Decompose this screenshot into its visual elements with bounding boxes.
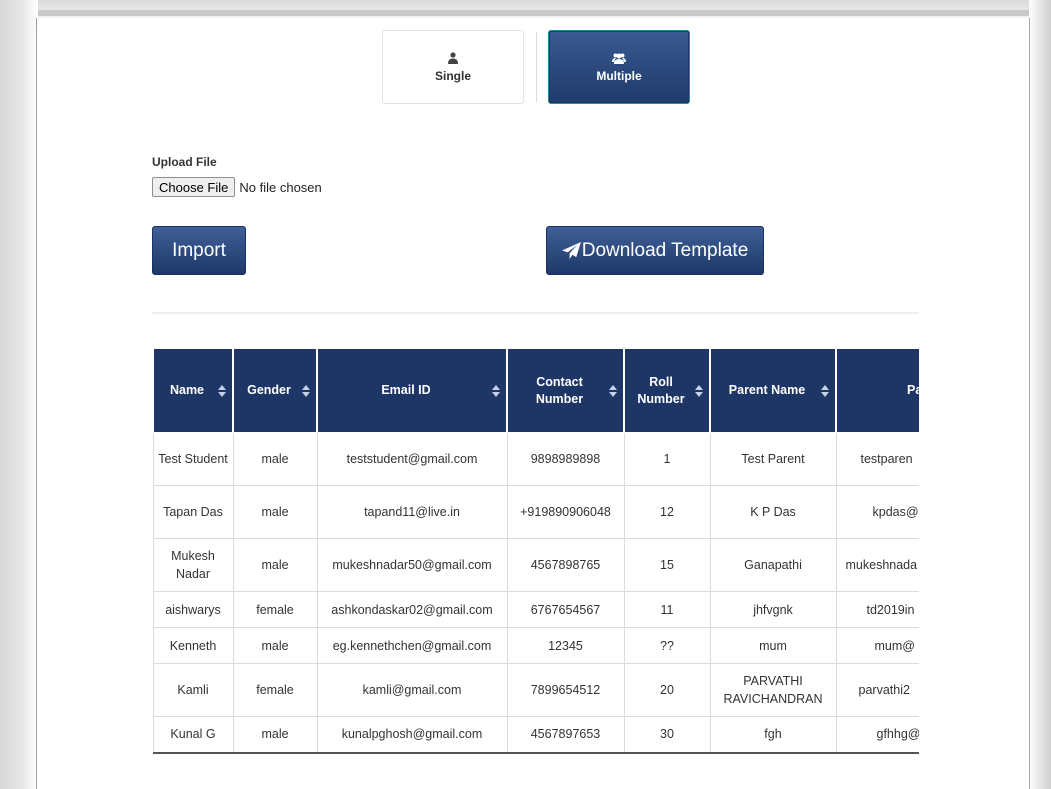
cell-parent-email: mum@ — [835, 627, 919, 664]
cell-roll: 20 — [623, 663, 711, 717]
cell-parent-name: Ganapathi — [709, 538, 837, 592]
section-divider — [152, 312, 919, 314]
cell-parent-email: td2019in — [835, 591, 919, 628]
cell-email: tapand11@live.in — [316, 485, 508, 539]
cell-parent-name: Test Parent — [709, 432, 837, 486]
cell-parent-name: mum — [709, 627, 837, 664]
table-row: Kenneth male eg.kennethchen@gmail.com 12… — [152, 627, 919, 664]
cell-parent-email: testparen — [835, 432, 919, 486]
file-status-text: No file chosen — [239, 179, 322, 195]
students-table: Name Gender Email ID Contact Number Roll… — [152, 348, 919, 778]
header-roll[interactable]: Roll Number — [623, 348, 711, 433]
sort-icon — [695, 384, 703, 397]
header-email[interactable]: Email ID — [316, 348, 508, 433]
single-mode-button[interactable]: Single — [382, 30, 524, 104]
cell-parent-email: kpdas@ — [835, 485, 919, 539]
download-template-label: Download Template — [581, 239, 749, 261]
cell-parent-email: parvathi2 — [835, 663, 919, 717]
cell-roll: 11 — [623, 591, 711, 628]
cell-contact: +919890906048 — [506, 485, 625, 539]
header-parent-name-label: Parent Name — [728, 383, 806, 397]
table-header-row: Name Gender Email ID Contact Number Roll… — [152, 348, 919, 433]
cell-email: eg.kennethchen@gmail.com — [316, 627, 508, 664]
header-parent-email[interactable]: Parent Email — [835, 348, 919, 433]
cell-roll: 15 — [623, 538, 711, 592]
header-parent-name[interactable]: Parent Name — [709, 348, 837, 433]
header-roll-label: Roll Number — [637, 374, 685, 406]
cell-contact: 4567898765 — [506, 538, 625, 592]
cell-gender: female — [232, 591, 318, 628]
cell-parent-name: fgh — [709, 716, 837, 754]
import-button-label: Import — [172, 239, 226, 261]
header-parent-email-label: Parent Email — [907, 383, 919, 397]
table-row: aishwarys female ashkondaskar02@gmail.co… — [152, 591, 919, 628]
main-content: Single Multiple Upload File Choose File … — [39, 18, 1029, 789]
cell-gender: male — [232, 627, 318, 664]
table-row: Kunal G male kunalpghosh@gmail.com 45678… — [152, 716, 919, 754]
sort-icon — [302, 384, 310, 397]
cell-email: kunalpghosh@gmail.com — [316, 716, 508, 754]
header-email-label: Email ID — [381, 383, 431, 397]
user-icon — [448, 52, 458, 64]
cell-name: Mukesh Nadar — [152, 538, 234, 592]
mode-divider — [536, 32, 537, 102]
cell-name: Tapan Das — [152, 485, 234, 539]
multiple-mode-button[interactable]: Multiple — [548, 30, 690, 104]
table-row: Mukesh Nadar male mukeshnadar50@gmail.co… — [152, 538, 919, 592]
cell-parent-name: K P Das — [709, 485, 837, 539]
cell-name: Kenneth — [152, 627, 234, 664]
multiple-mode-label: Multiple — [596, 69, 642, 83]
table-row: Tapan Das male tapand11@live.in +9198909… — [152, 485, 919, 539]
cell-gender: female — [232, 663, 318, 717]
header-contact[interactable]: Contact Number — [506, 348, 625, 433]
header-gender[interactable]: Gender — [232, 348, 318, 433]
cell-roll: 1 — [623, 432, 711, 486]
choose-file-button[interactable]: Choose File — [152, 177, 236, 197]
window-left-frame — [0, 0, 38, 789]
cell-parent-email: gfhhg@ — [835, 716, 919, 754]
cell-contact: 9898989898 — [506, 432, 625, 486]
cell-name: aishwarys — [152, 591, 234, 628]
cell-email: kamli@gmail.com — [316, 663, 508, 717]
cell-gender: male — [232, 716, 318, 754]
cell-roll: ?? — [623, 627, 711, 664]
cell-parent-email: mukeshnada — [835, 538, 919, 592]
paper-plane-icon — [561, 242, 581, 259]
cell-gender: male — [232, 485, 318, 539]
cell-gender: male — [232, 538, 318, 592]
header-contact-label: Contact Number — [535, 374, 584, 406]
cell-email: mukeshnadar50@gmail.com — [316, 538, 508, 592]
cell-parent-name: PARVATHI RAVICHANDRAN — [709, 663, 837, 717]
cell-contact: 6767654567 — [506, 591, 625, 628]
cell-gender: male — [232, 432, 318, 486]
table-row: Kamli female kamli@gmail.com 7899654512 … — [152, 663, 919, 717]
upload-file-label: Upload File — [152, 155, 217, 169]
sort-icon — [218, 384, 226, 397]
header-gender-label: Gender — [247, 383, 291, 397]
users-icon — [612, 53, 626, 64]
cell-contact: 4567897653 — [506, 716, 625, 754]
single-mode-label: Single — [434, 69, 471, 83]
header-name[interactable]: Name — [152, 348, 234, 433]
cell-parent-name: jhfvgnk — [709, 591, 837, 628]
cell-roll: 12 — [623, 485, 711, 539]
file-input: Choose File No file chosen — [152, 177, 322, 197]
cell-name: Kamli — [152, 663, 234, 717]
table-row: Test Student male teststudent@gmail.com … — [152, 432, 919, 486]
download-template-button[interactable]: Download Template — [546, 226, 764, 275]
cell-contact: 7899654512 — [506, 663, 625, 717]
header-name-label: Name — [169, 383, 205, 397]
cell-contact: 12345 — [506, 627, 625, 664]
sort-icon — [492, 384, 500, 397]
sort-icon — [609, 384, 617, 397]
import-button[interactable]: Import — [152, 226, 246, 275]
cell-roll: 30 — [623, 716, 711, 754]
cell-email: ashkondaskar02@gmail.com — [316, 591, 508, 628]
cell-name: Test Student — [152, 432, 234, 486]
window-right-frame — [1029, 0, 1051, 789]
cell-name: Kunal G — [152, 716, 234, 754]
cell-email: teststudent@gmail.com — [316, 432, 508, 486]
sort-icon — [821, 384, 829, 397]
